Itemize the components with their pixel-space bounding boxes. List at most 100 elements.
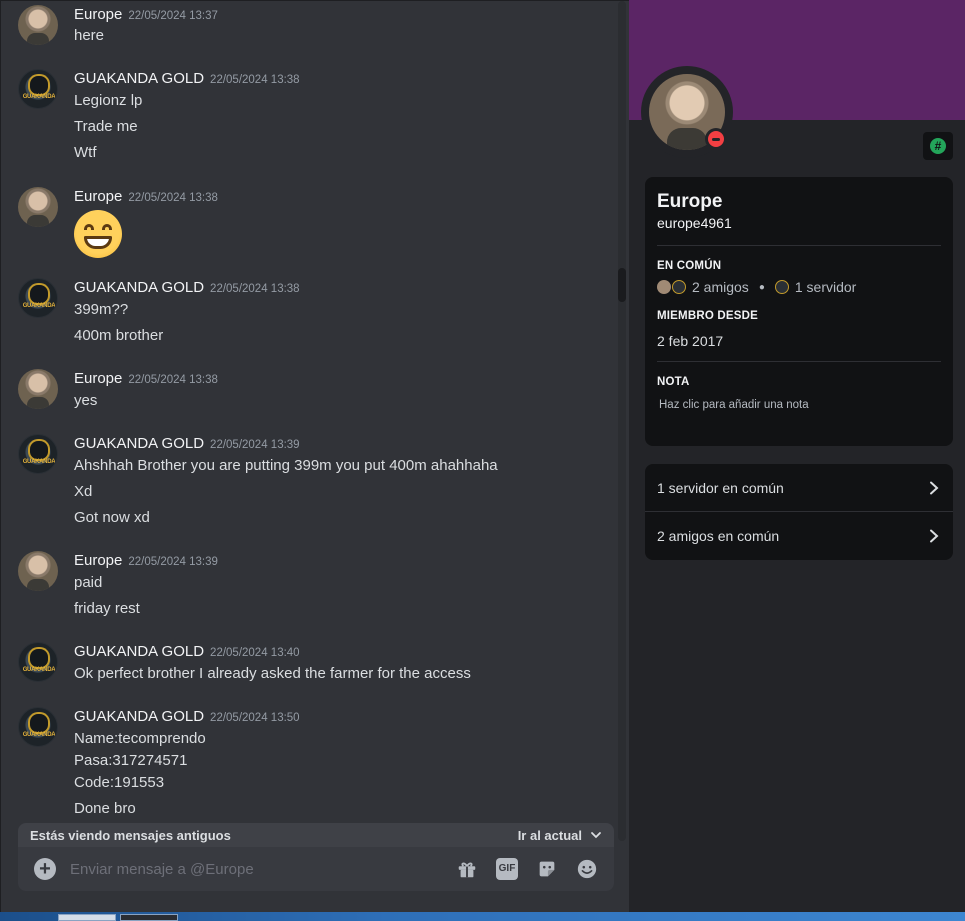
avatar[interactable]: [18, 369, 58, 409]
sticker-icon[interactable]: [536, 858, 558, 880]
taskbar-button[interactable]: [120, 914, 178, 921]
message-group: Europe 22/05/2024 13:38: [1, 183, 616, 263]
timestamp: 22/05/2024 13:39: [128, 556, 218, 568]
message-text: Xd: [74, 483, 93, 500]
message-text: 400m brother: [74, 327, 164, 344]
taskbar-button[interactable]: [58, 914, 116, 921]
avatar[interactable]: [18, 187, 58, 227]
message-header: Europe 22/05/2024 13:39: [74, 552, 218, 570]
old-messages-text: Estás viendo mensajes antiguos: [30, 827, 231, 843]
author-name[interactable]: GUAKANDA GOLD: [74, 643, 204, 660]
member-since-title: MIEMBRO DESDE: [657, 310, 758, 322]
timestamp: 22/05/2024 13:50: [210, 712, 300, 724]
jump-to-present-label: Ir al actual: [517, 827, 582, 843]
common-friends-link[interactable]: 2 amigos: [692, 279, 749, 295]
profile-info-card: Europe europe4961 EN COMÚN 2 amigos ● 1 …: [645, 177, 953, 446]
avatar[interactable]: [18, 434, 58, 474]
grinning-face-emoji[interactable]: [74, 210, 122, 258]
gif-icon[interactable]: GIF: [496, 858, 518, 880]
chevron-right-icon: [930, 481, 939, 495]
message-text: friday rest: [74, 600, 140, 617]
author-name[interactable]: Europe: [74, 370, 122, 387]
note-title: NOTA: [657, 376, 690, 388]
friend-avatar: [672, 280, 686, 294]
author-name[interactable]: GUAKANDA GOLD: [74, 708, 204, 725]
message-text: Code:191553: [74, 774, 165, 791]
timestamp: 22/05/2024 13:38: [128, 374, 218, 386]
message-header: GUAKANDA GOLD 22/05/2024 13:38: [74, 279, 300, 297]
author-name[interactable]: GUAKANDA GOLD: [74, 279, 204, 296]
profile-avatar-frame: [641, 66, 733, 158]
avatar[interactable]: [18, 278, 58, 318]
upload-plus-button[interactable]: +: [34, 858, 56, 880]
message-group: GUAKANDA GOLD 22/05/2024 13:50 Name:tecom…: [1, 703, 616, 823]
message-text: yes: [74, 392, 98, 409]
divider: [657, 245, 941, 246]
message-text: Ok perfect brother I already asked the f…: [74, 665, 471, 682]
message-text: Name:tecomprendo: [74, 730, 206, 747]
mutual-friends-row[interactable]: 2 amigos en común: [645, 512, 953, 560]
timestamp: 22/05/2024 13:37: [128, 10, 218, 22]
display-name: Europe: [657, 191, 723, 212]
message-group: Europe 22/05/2024 13:37 here: [1, 1, 616, 61]
message-group: Europe 22/05/2024 13:39 paid friday rest: [1, 547, 616, 627]
message-header: Europe 22/05/2024 13:38: [74, 188, 218, 206]
common-section-title: EN COMÚN: [657, 260, 722, 272]
author-name[interactable]: Europe: [74, 552, 122, 569]
hashtag-badge-icon[interactable]: #: [923, 132, 953, 160]
message-composer: + GIF: [18, 847, 614, 891]
message-text: Done bro: [74, 800, 136, 817]
emoji-icon[interactable]: [576, 858, 598, 880]
scrollbar-track[interactable]: [618, 1, 626, 841]
chevron-down-icon: [591, 832, 601, 839]
avatar[interactable]: [18, 642, 58, 682]
chat-panel: Europe 22/05/2024 13:37 here GUAKANDA GOL…: [0, 0, 629, 912]
avatar[interactable]: [18, 551, 58, 591]
message-header: GUAKANDA GOLD 22/05/2024 13:40: [74, 643, 300, 661]
message-header: Europe 22/05/2024 13:38: [74, 370, 218, 388]
message-text: Wtf: [74, 144, 97, 161]
message-text: Trade me: [74, 118, 138, 135]
note-input[interactable]: Haz clic para añadir una nota: [659, 399, 809, 411]
message-group: Europe 22/05/2024 13:38 yes: [1, 365, 616, 425]
message-group: GUAKANDA GOLD 22/05/2024 13:38 399m?? 400…: [1, 274, 616, 354]
jump-to-present-button[interactable]: Ir al actual: [518, 828, 602, 843]
avatar[interactable]: [18, 707, 58, 747]
mutual-card: 1 servidor en común 2 amigos en común: [645, 464, 953, 560]
scrollbar-thumb[interactable]: [618, 268, 626, 302]
avatar[interactable]: [18, 69, 58, 109]
member-since-date: 2 feb 2017: [657, 333, 724, 349]
message-list: Europe 22/05/2024 13:37 here GUAKANDA GOL…: [1, 1, 616, 823]
common-summary: 2 amigos ● 1 servidor: [657, 279, 856, 295]
timestamp: 22/05/2024 13:40: [210, 647, 300, 659]
chevron-right-icon: [930, 529, 939, 543]
do-not-disturb-status-icon: [705, 128, 727, 150]
mutual-friends-label: 2 amigos en común: [657, 528, 780, 544]
user-profile-panel: # Europe europe4961 EN COMÚN 2 amigos ● …: [629, 0, 965, 912]
message-header: GUAKANDA GOLD 22/05/2024 13:39: [74, 435, 300, 453]
author-name[interactable]: Europe: [74, 188, 122, 205]
message-text: Legionz lp: [74, 92, 143, 109]
message-text: paid: [74, 574, 103, 591]
friend-avatar: [657, 280, 671, 294]
common-servers-link[interactable]: 1 servidor: [795, 279, 856, 295]
message-header: Europe 22/05/2024 13:37: [74, 6, 218, 24]
message-input[interactable]: [70, 855, 430, 883]
server-icon: [774, 280, 789, 294]
timestamp: 22/05/2024 13:38: [210, 74, 300, 86]
avatar[interactable]: [18, 5, 58, 45]
author-name[interactable]: Europe: [74, 6, 122, 23]
author-name[interactable]: GUAKANDA GOLD: [74, 435, 204, 452]
message-text: here: [74, 27, 105, 44]
message-group: GUAKANDA GOLD 22/05/2024 13:39 Ahshhah Br…: [1, 430, 616, 540]
message-text: Ahshhah Brother you are putting 399m you…: [74, 457, 498, 474]
gift-icon[interactable]: [456, 858, 478, 880]
timestamp: 22/05/2024 13:38: [128, 192, 218, 204]
mutual-servers-label: 1 servidor en común: [657, 480, 784, 496]
message-header: GUAKANDA GOLD 22/05/2024 13:50: [74, 708, 300, 726]
author-name[interactable]: GUAKANDA GOLD: [74, 70, 204, 87]
old-messages-bar: Estás viendo mensajes antiguos Ir al act…: [18, 823, 614, 847]
mutual-servers-row[interactable]: 1 servidor en común: [645, 464, 953, 512]
separator-dot: ●: [758, 281, 765, 293]
divider: [657, 361, 941, 362]
